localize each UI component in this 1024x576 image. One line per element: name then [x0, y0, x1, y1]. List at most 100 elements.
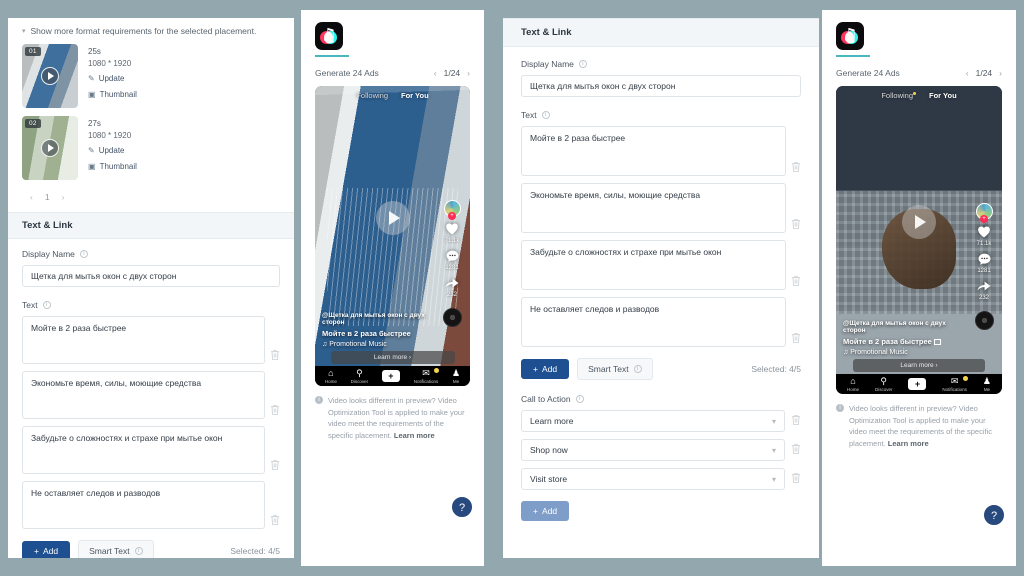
music-disc-icon[interactable] — [974, 311, 994, 331]
delete-icon[interactable] — [791, 332, 801, 344]
delete-icon[interactable] — [791, 218, 801, 230]
delete-icon[interactable] — [270, 404, 280, 416]
info-icon[interactable]: i — [541, 111, 550, 119]
follow-plus-icon[interactable]: + — [448, 212, 456, 220]
share-icon[interactable] — [977, 280, 991, 292]
display-name-input[interactable] — [22, 265, 280, 287]
update-button[interactable]: ✎ Update — [88, 73, 137, 85]
text-textarea[interactable]: Не оставляет следов и разводов — [22, 481, 265, 529]
nav-item-notifications[interactable]: ✉ Notifications — [414, 367, 440, 384]
music-disc-icon[interactable] — [442, 308, 462, 327]
help-button[interactable]: ? — [983, 504, 1005, 526]
smart-text-button[interactable]: Smart Text i — [78, 540, 154, 558]
thumbnail-button[interactable]: ▣ Thumbnail — [88, 161, 137, 173]
nav-item-home[interactable]: ⌂ Home — [847, 376, 859, 392]
delete-icon[interactable] — [791, 161, 801, 173]
nav-item-create[interactable]: + — [381, 370, 400, 382]
smart-text-button[interactable]: Smart Text i — [577, 358, 653, 380]
text-textarea[interactable]: Забудьте о сложностях и страхе при мытье… — [22, 426, 265, 474]
music-label: ♫ Promotional Music — [322, 341, 387, 348]
add-text-button[interactable]: + Add — [521, 359, 570, 379]
delete-icon[interactable] — [270, 459, 280, 471]
cta-button[interactable]: Learn more › — [852, 359, 986, 372]
nav-item-home[interactable]: ⌂ Home — [325, 368, 337, 384]
play-icon[interactable] — [902, 204, 936, 239]
cta-select[interactable]: Shop now ▾ — [521, 439, 785, 461]
info-icon[interactable]: i — [134, 547, 143, 555]
text-textarea[interactable]: Забудьте о сложностях и страхе при мытье… — [521, 240, 786, 290]
info-icon[interactable]: i — [575, 395, 584, 403]
nav-item-notifications[interactable]: ✉ Notifications — [942, 375, 968, 392]
text-entry-row: Не оставляет следов и разводов — [521, 297, 801, 347]
delete-icon[interactable] — [791, 414, 801, 426]
play-icon[interactable] — [41, 67, 59, 85]
tab-for-you[interactable]: For You — [929, 91, 957, 100]
follow-plus-icon[interactable]: + — [980, 215, 988, 224]
nav-item-discover[interactable]: ⚲ Discover — [351, 367, 369, 384]
display-name-input[interactable] — [521, 75, 801, 97]
chevron-right-icon[interactable]: › — [467, 68, 470, 78]
avatar[interactable]: + — [443, 200, 461, 220]
play-icon[interactable] — [41, 139, 59, 157]
pagination[interactable]: ‹ 1 › — [8, 188, 294, 212]
learn-more-link[interactable]: Learn more — [888, 439, 929, 448]
chevron-right-icon[interactable]: › — [999, 68, 1002, 78]
plus-icon[interactable]: + — [381, 370, 400, 382]
chevron-right-icon[interactable]: › — [62, 192, 65, 202]
list-item[interactable]: 01 25s 1080 * 1920 ✎ Update ▣ Thumbnail — [22, 44, 280, 108]
cta-select[interactable]: Learn more ▾ — [521, 410, 785, 432]
comment-icon[interactable] — [446, 250, 459, 262]
advertiser-handle: @Щетка для мытья окон с двух сторон — [322, 312, 425, 326]
delete-icon[interactable] — [270, 349, 280, 361]
search-icon: ⚲ — [356, 367, 363, 378]
page-number[interactable]: 1 — [45, 192, 50, 202]
delete-icon[interactable] — [791, 275, 801, 287]
heart-icon[interactable] — [977, 225, 991, 238]
text-textarea[interactable]: Экономьте время, силы, моющие средства — [521, 183, 786, 233]
info-icon[interactable]: i — [633, 365, 642, 373]
add-text-button[interactable]: + Add — [22, 541, 71, 558]
delete-icon[interactable] — [270, 514, 280, 526]
comment-count: 1281 — [445, 265, 459, 271]
tab-following[interactable]: Following — [881, 91, 917, 100]
nav-item-create[interactable]: + — [908, 378, 927, 390]
video-thumbnail[interactable]: 01 — [22, 44, 78, 108]
tab-for-you[interactable]: For You — [401, 91, 429, 100]
chevron-left-icon[interactable]: ‹ — [966, 68, 969, 78]
add-cta-button[interactable]: + Add — [521, 501, 570, 521]
list-item[interactable]: 02 27s 1080 * 1920 ✎ Update ▣ Thumbnail — [22, 116, 280, 180]
avatar[interactable]: + — [975, 203, 993, 224]
smart-text-label: Smart Text — [89, 546, 130, 556]
phone-preview[interactable]: Following For You + 71.1k 1281 232 @Щетк… — [836, 86, 1002, 394]
generate-ads-row: Generate 24 Ads ‹ 1/24 › — [836, 68, 1002, 78]
text-textarea[interactable]: Не оставляет следов и разводов — [521, 297, 786, 347]
thumbnail-button[interactable]: ▣ Thumbnail — [88, 89, 137, 101]
info-icon[interactable]: i — [79, 250, 88, 258]
chevron-left-icon[interactable]: ‹ — [434, 68, 437, 78]
cta-select[interactable]: Visit store ▾ — [521, 468, 785, 490]
learn-more-link[interactable]: Learn more — [394, 431, 435, 440]
video-thumbnail[interactable]: 02 — [22, 116, 78, 180]
chevron-left-icon[interactable]: ‹ — [30, 192, 33, 202]
nav-item-me[interactable]: ♟ Me — [983, 376, 991, 392]
plus-icon[interactable]: + — [908, 378, 927, 390]
phone-preview[interactable]: Following For You + 71.1k 1281 232 @Щетк… — [315, 86, 470, 386]
text-textarea[interactable]: Экономьте время, силы, моющие средства — [22, 371, 265, 419]
nav-item-discover[interactable]: ⚲ Discover — [875, 376, 893, 392]
tab-following[interactable]: Following — [356, 91, 388, 100]
info-icon[interactable]: i — [578, 60, 587, 68]
cta-button[interactable]: Learn more › — [330, 351, 455, 364]
play-icon[interactable] — [375, 201, 410, 235]
share-icon[interactable] — [445, 277, 459, 289]
delete-icon[interactable] — [791, 443, 801, 455]
text-textarea[interactable]: Мойте в 2 раза быстрее — [521, 126, 786, 176]
nav-item-me[interactable]: ♟ Me — [452, 368, 460, 384]
info-icon[interactable]: i — [42, 301, 51, 309]
text-textarea[interactable]: Мойте в 2 раза быстрее — [22, 316, 265, 364]
update-button[interactable]: ✎ Update — [88, 145, 137, 157]
format-requirements-hint[interactable]: ▾ Show more format requirements for the … — [8, 18, 294, 40]
help-button[interactable]: ? — [451, 496, 473, 518]
comment-icon[interactable] — [978, 253, 991, 265]
heart-icon[interactable] — [445, 222, 459, 235]
delete-icon[interactable] — [791, 472, 801, 484]
